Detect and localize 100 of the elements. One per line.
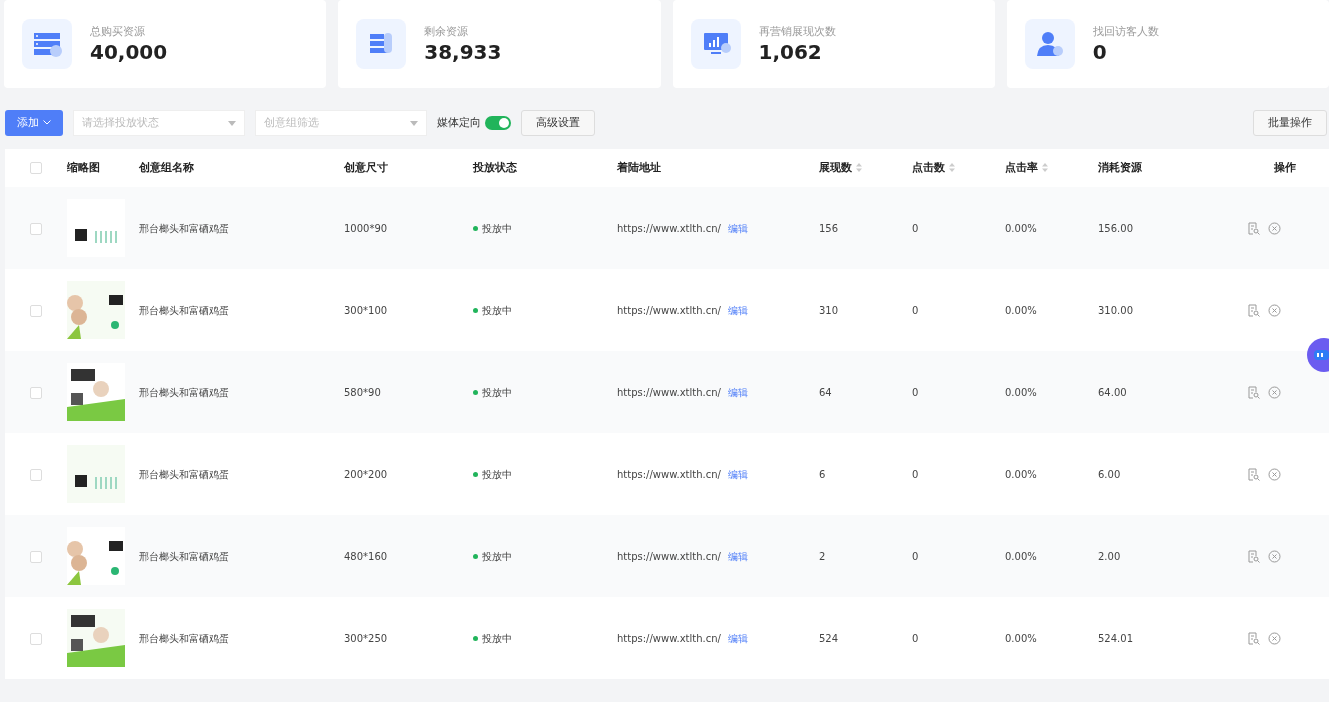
clicks-cell: 0 — [912, 304, 919, 316]
group-name: 邢台榔头和富硒鸡蛋 — [139, 632, 229, 644]
stat-value: 0 — [1092, 40, 1108, 65]
clicks-cell: 0 — [912, 468, 919, 480]
checkbox[interactable] — [29, 468, 42, 481]
url-cell: https://www.xtlth.cn/ — [617, 550, 721, 562]
status-cell: 投放中 — [473, 468, 512, 480]
close-icon[interactable] — [1268, 631, 1281, 645]
column-header[interactable]: 点击率 — [1005, 160, 1038, 174]
close-icon[interactable] — [1268, 467, 1281, 481]
clicks-cell: 0 — [912, 386, 919, 398]
views-cell: 156 — [819, 222, 839, 234]
size-cell: 1000*90 — [344, 222, 388, 234]
ctr-cell: 0.00% — [1005, 632, 1037, 644]
views-cell: 2 — [819, 550, 826, 562]
group-name: 邢台榔头和富硒鸡蛋 — [139, 386, 229, 398]
preview-icon[interactable] — [1247, 631, 1260, 645]
views-cell: 6 — [819, 468, 826, 480]
edit-link[interactable]: 编辑 — [727, 632, 748, 644]
preview-icon[interactable] — [1247, 385, 1260, 399]
cost-cell: 2.00 — [1098, 550, 1121, 562]
stat-label: 再营销展现次数 — [758, 23, 836, 40]
placeholder: 创意组筛选 — [263, 114, 319, 131]
group-name: 邢台榔头和富硒鸡蛋 — [139, 550, 229, 562]
cost-cell: 524.01 — [1098, 632, 1133, 644]
edit-link[interactable]: 编辑 — [727, 222, 748, 234]
stat-value: 1,062 — [758, 40, 823, 65]
group-name: 邢台榔头和富硒鸡蛋 — [139, 304, 229, 316]
url-cell: https://www.xtlth.cn/ — [617, 468, 721, 480]
size-cell: 580*90 — [344, 386, 381, 398]
url-cell: https://www.xtlth.cn/ — [617, 304, 721, 316]
url-cell: https://www.xtlth.cn/ — [617, 386, 721, 398]
clicks-cell: 0 — [912, 550, 919, 562]
stat-label: 总购买资源 — [90, 23, 146, 40]
column-header: 操作 — [1273, 160, 1296, 174]
checkbox[interactable] — [29, 632, 42, 645]
close-icon[interactable] — [1268, 221, 1281, 235]
column-header[interactable]: 展现数 — [819, 160, 852, 174]
status-cell: 投放中 — [473, 386, 512, 398]
edit-link[interactable]: 编辑 — [727, 550, 748, 562]
add-button[interactable]: 添加 — [5, 110, 63, 136]
close-icon[interactable] — [1268, 549, 1281, 563]
close-icon[interactable] — [1268, 303, 1281, 317]
group-name: 邢台榔头和富硒鸡蛋 — [139, 222, 229, 234]
cost-cell: 310.00 — [1098, 304, 1133, 316]
sort-icon[interactable] — [948, 163, 955, 173]
checkbox[interactable] — [29, 550, 42, 563]
toggle-switch[interactable] — [484, 116, 511, 130]
assistant-icon[interactable] — [1306, 337, 1329, 373]
clicks-cell: 0 — [912, 222, 919, 234]
sort-icon[interactable] — [1041, 163, 1048, 173]
column-header: 缩略图 — [67, 160, 100, 174]
preview-icon[interactable] — [1247, 221, 1260, 235]
chevron-down-icon — [42, 120, 51, 126]
caret-down-icon — [409, 120, 418, 126]
preview-icon[interactable] — [1247, 303, 1260, 317]
ctr-cell: 0.00% — [1005, 386, 1037, 398]
placeholder: 请选择投放状态 — [81, 114, 159, 131]
status-cell: 投放中 — [473, 304, 512, 316]
cost-cell: 64.00 — [1098, 386, 1127, 398]
batch-button[interactable]: 批量操作 — [1253, 110, 1327, 136]
column-header: 创意尺寸 — [344, 160, 388, 174]
checkbox[interactable] — [29, 222, 42, 235]
size-cell: 300*250 — [344, 632, 388, 644]
column-header: 消耗资源 — [1098, 160, 1142, 174]
stat-value: 40,000 — [90, 40, 168, 65]
checkbox[interactable] — [29, 304, 42, 317]
size-cell: 300*100 — [344, 304, 388, 316]
ctr-cell: 0.00% — [1005, 550, 1037, 562]
cost-cell: 156.00 — [1098, 222, 1133, 234]
views-cell: 64 — [819, 386, 832, 398]
url-cell: https://www.xtlth.cn/ — [617, 632, 721, 644]
size-cell: 480*160 — [344, 550, 388, 562]
preview-icon[interactable] — [1247, 467, 1260, 481]
column-header: 创意组名称 — [139, 160, 194, 174]
caret-down-icon — [227, 120, 236, 126]
group-name: 邢台榔头和富硒鸡蛋 — [139, 468, 229, 480]
toggle-label: 媒体定向 — [436, 114, 481, 131]
ctr-cell: 0.00% — [1005, 304, 1037, 316]
views-cell: 310 — [819, 304, 839, 316]
edit-link[interactable]: 编辑 — [727, 468, 748, 480]
column-header[interactable]: 点击数 — [912, 160, 945, 174]
clicks-cell: 0 — [912, 632, 919, 644]
status-cell: 投放中 — [473, 632, 512, 644]
sort-icon[interactable] — [855, 163, 862, 173]
checkbox[interactable] — [29, 386, 42, 399]
size-cell: 200*200 — [344, 468, 388, 480]
status-cell: 投放中 — [473, 550, 512, 562]
edit-link[interactable]: 编辑 — [727, 304, 748, 316]
ctr-cell: 0.00% — [1005, 468, 1037, 480]
checkbox[interactable] — [29, 161, 42, 174]
preview-icon[interactable] — [1247, 549, 1260, 563]
column-header: 投放状态 — [473, 160, 517, 174]
settings-button[interactable]: 高级设置 — [520, 110, 595, 136]
stat-value: 38,933 — [424, 40, 502, 65]
cost-cell: 6.00 — [1098, 468, 1121, 480]
views-cell: 524 — [819, 632, 839, 644]
close-icon[interactable] — [1268, 385, 1281, 399]
edit-link[interactable]: 编辑 — [727, 386, 748, 398]
url-cell: https://www.xtlth.cn/ — [617, 222, 721, 234]
